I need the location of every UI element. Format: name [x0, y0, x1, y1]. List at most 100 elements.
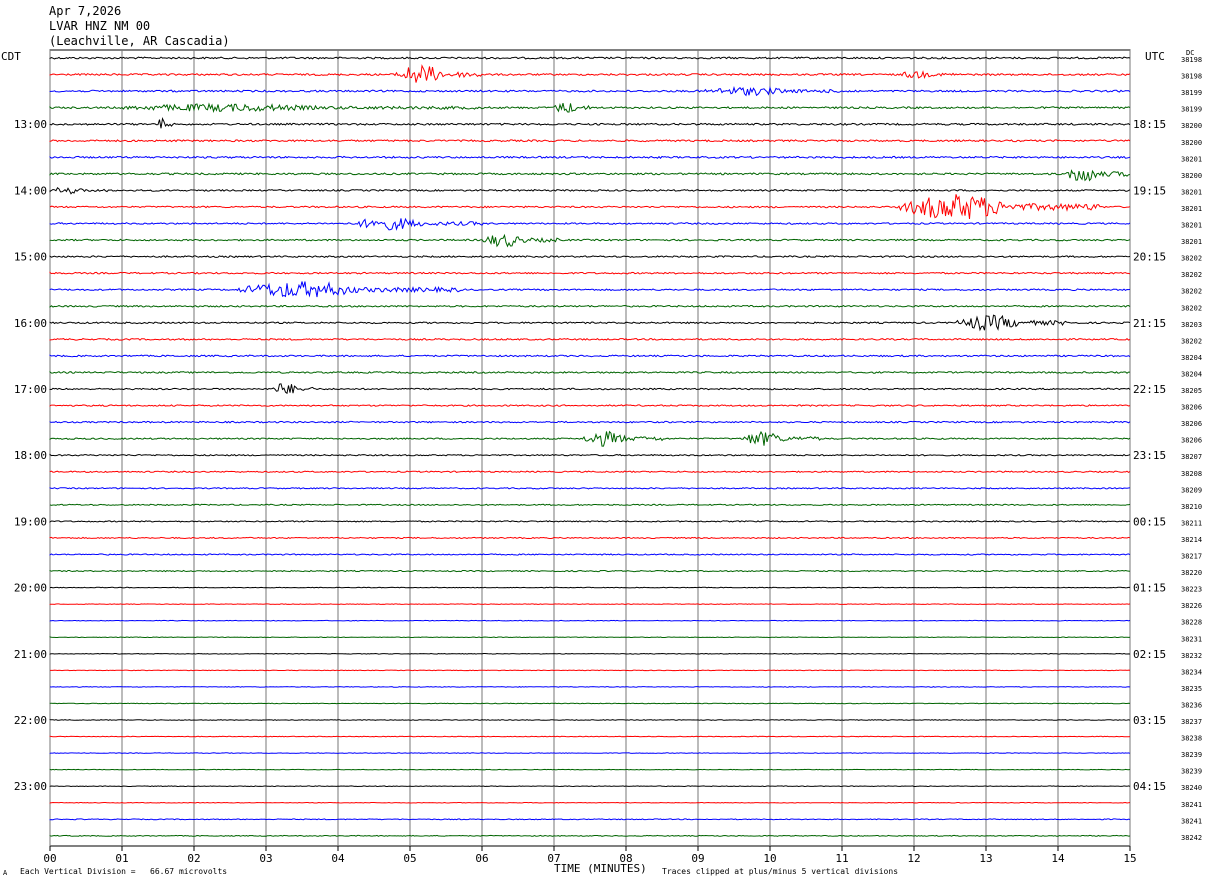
dc-offset-label: 38214 — [1181, 536, 1202, 544]
trace-green — [49, 768, 1131, 771]
utc-hour-label: 22:15 — [1133, 383, 1166, 396]
x-tick-label: 11 — [835, 852, 848, 865]
dc-offset-label: 38206 — [1181, 404, 1202, 412]
trace-blue — [49, 420, 1131, 424]
x-axis-title: TIME (MINUTES) — [554, 862, 647, 875]
scale-note: Each Vertical Division = 66.67 microvolt… — [20, 867, 228, 876]
trace-red — [49, 603, 1131, 605]
trace-black — [49, 116, 1131, 129]
trace-red — [50, 669, 1131, 672]
dc-offset-label: 38241 — [1181, 801, 1202, 809]
dc-offset-label: 38202 — [1181, 304, 1202, 312]
trace-red — [49, 801, 1131, 804]
trace-red — [49, 404, 1131, 407]
dc-offset-label: 38217 — [1181, 553, 1202, 561]
trace-black — [49, 785, 1131, 788]
utc-hour-label: 23:15 — [1133, 449, 1166, 462]
utc-hour-label: 18:15 — [1133, 118, 1166, 131]
dc-offset-label: 38202 — [1181, 255, 1202, 263]
cdt-hour-label: 17:00 — [14, 383, 47, 396]
trace-green — [49, 503, 1131, 506]
cdt-hour-label: 19:00 — [14, 515, 47, 528]
dc-offset-label: 38223 — [1181, 586, 1202, 594]
x-tick-label: 05 — [403, 852, 416, 865]
trace-green — [49, 102, 1131, 114]
trace-blue — [49, 619, 1131, 622]
trace-black — [49, 383, 1131, 395]
dc-offset-label: 38237 — [1181, 718, 1202, 726]
dc-offset-label: 38202 — [1181, 271, 1202, 279]
dc-offset-label: 38239 — [1181, 768, 1202, 776]
utc-hour-label: 01:15 — [1133, 582, 1166, 595]
x-tick-label: 04 — [331, 852, 345, 865]
dc-offset-label: 38203 — [1181, 321, 1202, 329]
dc-offset-label: 38201 — [1181, 155, 1202, 163]
dc-offset-label: 38238 — [1181, 735, 1202, 743]
dc-offset-label: 38204 — [1181, 354, 1202, 362]
trace-green — [49, 636, 1131, 639]
trace-blue — [49, 752, 1131, 754]
dc-offset-label: 38231 — [1181, 635, 1202, 643]
seismogram-plot: 00 01 02 03 04 05 06 07 08 09 10 11 12 13 14 1538198381… — [14, 49, 1202, 865]
dc-offset-label: 38208 — [1181, 470, 1202, 478]
trace-green — [49, 169, 1131, 182]
dc-offset-label: 38201 — [1181, 222, 1202, 230]
utc-hour-label: 04:15 — [1133, 780, 1166, 793]
dc-offset-label: 38211 — [1181, 519, 1202, 527]
x-tick-label: 03 — [259, 852, 272, 865]
trace-red — [49, 194, 1131, 220]
trace-red — [49, 271, 1131, 275]
x-tick-label: 15 — [1123, 852, 1136, 865]
cdt-hour-label: 16:00 — [14, 317, 47, 330]
dc-offset-label: 38200 — [1181, 139, 1202, 147]
utc-hour-label: 20:15 — [1133, 251, 1166, 264]
x-tick-label: 00 — [43, 852, 56, 865]
plot-frame — [49, 49, 1131, 847]
dc-offset-label: 38234 — [1181, 668, 1202, 676]
dc-offset-label: 38207 — [1181, 453, 1202, 461]
x-tick-label: 12 — [907, 852, 920, 865]
cdt-hour-label: 18:00 — [14, 449, 47, 462]
dc-offset-label: 38226 — [1181, 602, 1202, 610]
trace-blue — [49, 354, 1131, 358]
trace-green — [49, 304, 1131, 308]
dc-offset-label: 38209 — [1181, 486, 1202, 494]
x-tick-label: 02 — [187, 852, 200, 865]
utc-hour-label: 00:15 — [1133, 515, 1166, 528]
cdt-hour-label: 14:00 — [14, 184, 47, 197]
cdt-hour-label: 23:00 — [14, 780, 47, 793]
dc-offset-label: 38235 — [1181, 685, 1202, 693]
trace-black — [49, 255, 1131, 259]
dc-offset-label: 38201 — [1181, 238, 1202, 246]
trace-red — [49, 735, 1131, 738]
x-tick-label: 10 — [763, 852, 776, 865]
trace-black — [49, 719, 1131, 721]
trace-blue — [49, 217, 1131, 231]
trace-red — [49, 536, 1131, 540]
cdt-hour-label: 20:00 — [14, 582, 47, 595]
dc-offset-label: 38206 — [1181, 420, 1202, 428]
trace-red — [49, 139, 1131, 143]
clip-note: Traces clipped at plus/minus 5 vertical … — [662, 867, 899, 876]
trace-blue — [49, 155, 1131, 159]
dc-offset-label: 38236 — [1181, 701, 1202, 709]
dc-offset-label: 38241 — [1181, 817, 1202, 825]
dc-offset-label: 38198 — [1181, 56, 1202, 64]
trace-green — [49, 233, 1131, 248]
utc-hour-label: 03:15 — [1133, 714, 1166, 727]
dc-offset-label: 38220 — [1181, 569, 1202, 577]
trace-red — [49, 64, 1131, 83]
trace-black — [49, 314, 1131, 332]
x-tick-label: 14 — [1051, 852, 1065, 865]
trace-green — [49, 702, 1131, 705]
trace-red — [49, 337, 1131, 341]
x-tick-label: 06 — [475, 852, 488, 865]
dc-offset-label: 38200 — [1181, 172, 1202, 180]
dc-offset-label: 38210 — [1181, 503, 1202, 511]
footer-mark: A — [3, 869, 8, 877]
dc-offset-label: 38201 — [1181, 205, 1202, 213]
dc-offset-label: 38199 — [1181, 106, 1202, 114]
dc-offset-label: 38198 — [1181, 73, 1202, 81]
dc-offset-label: 38232 — [1181, 652, 1202, 660]
trace-black — [49, 520, 1131, 523]
